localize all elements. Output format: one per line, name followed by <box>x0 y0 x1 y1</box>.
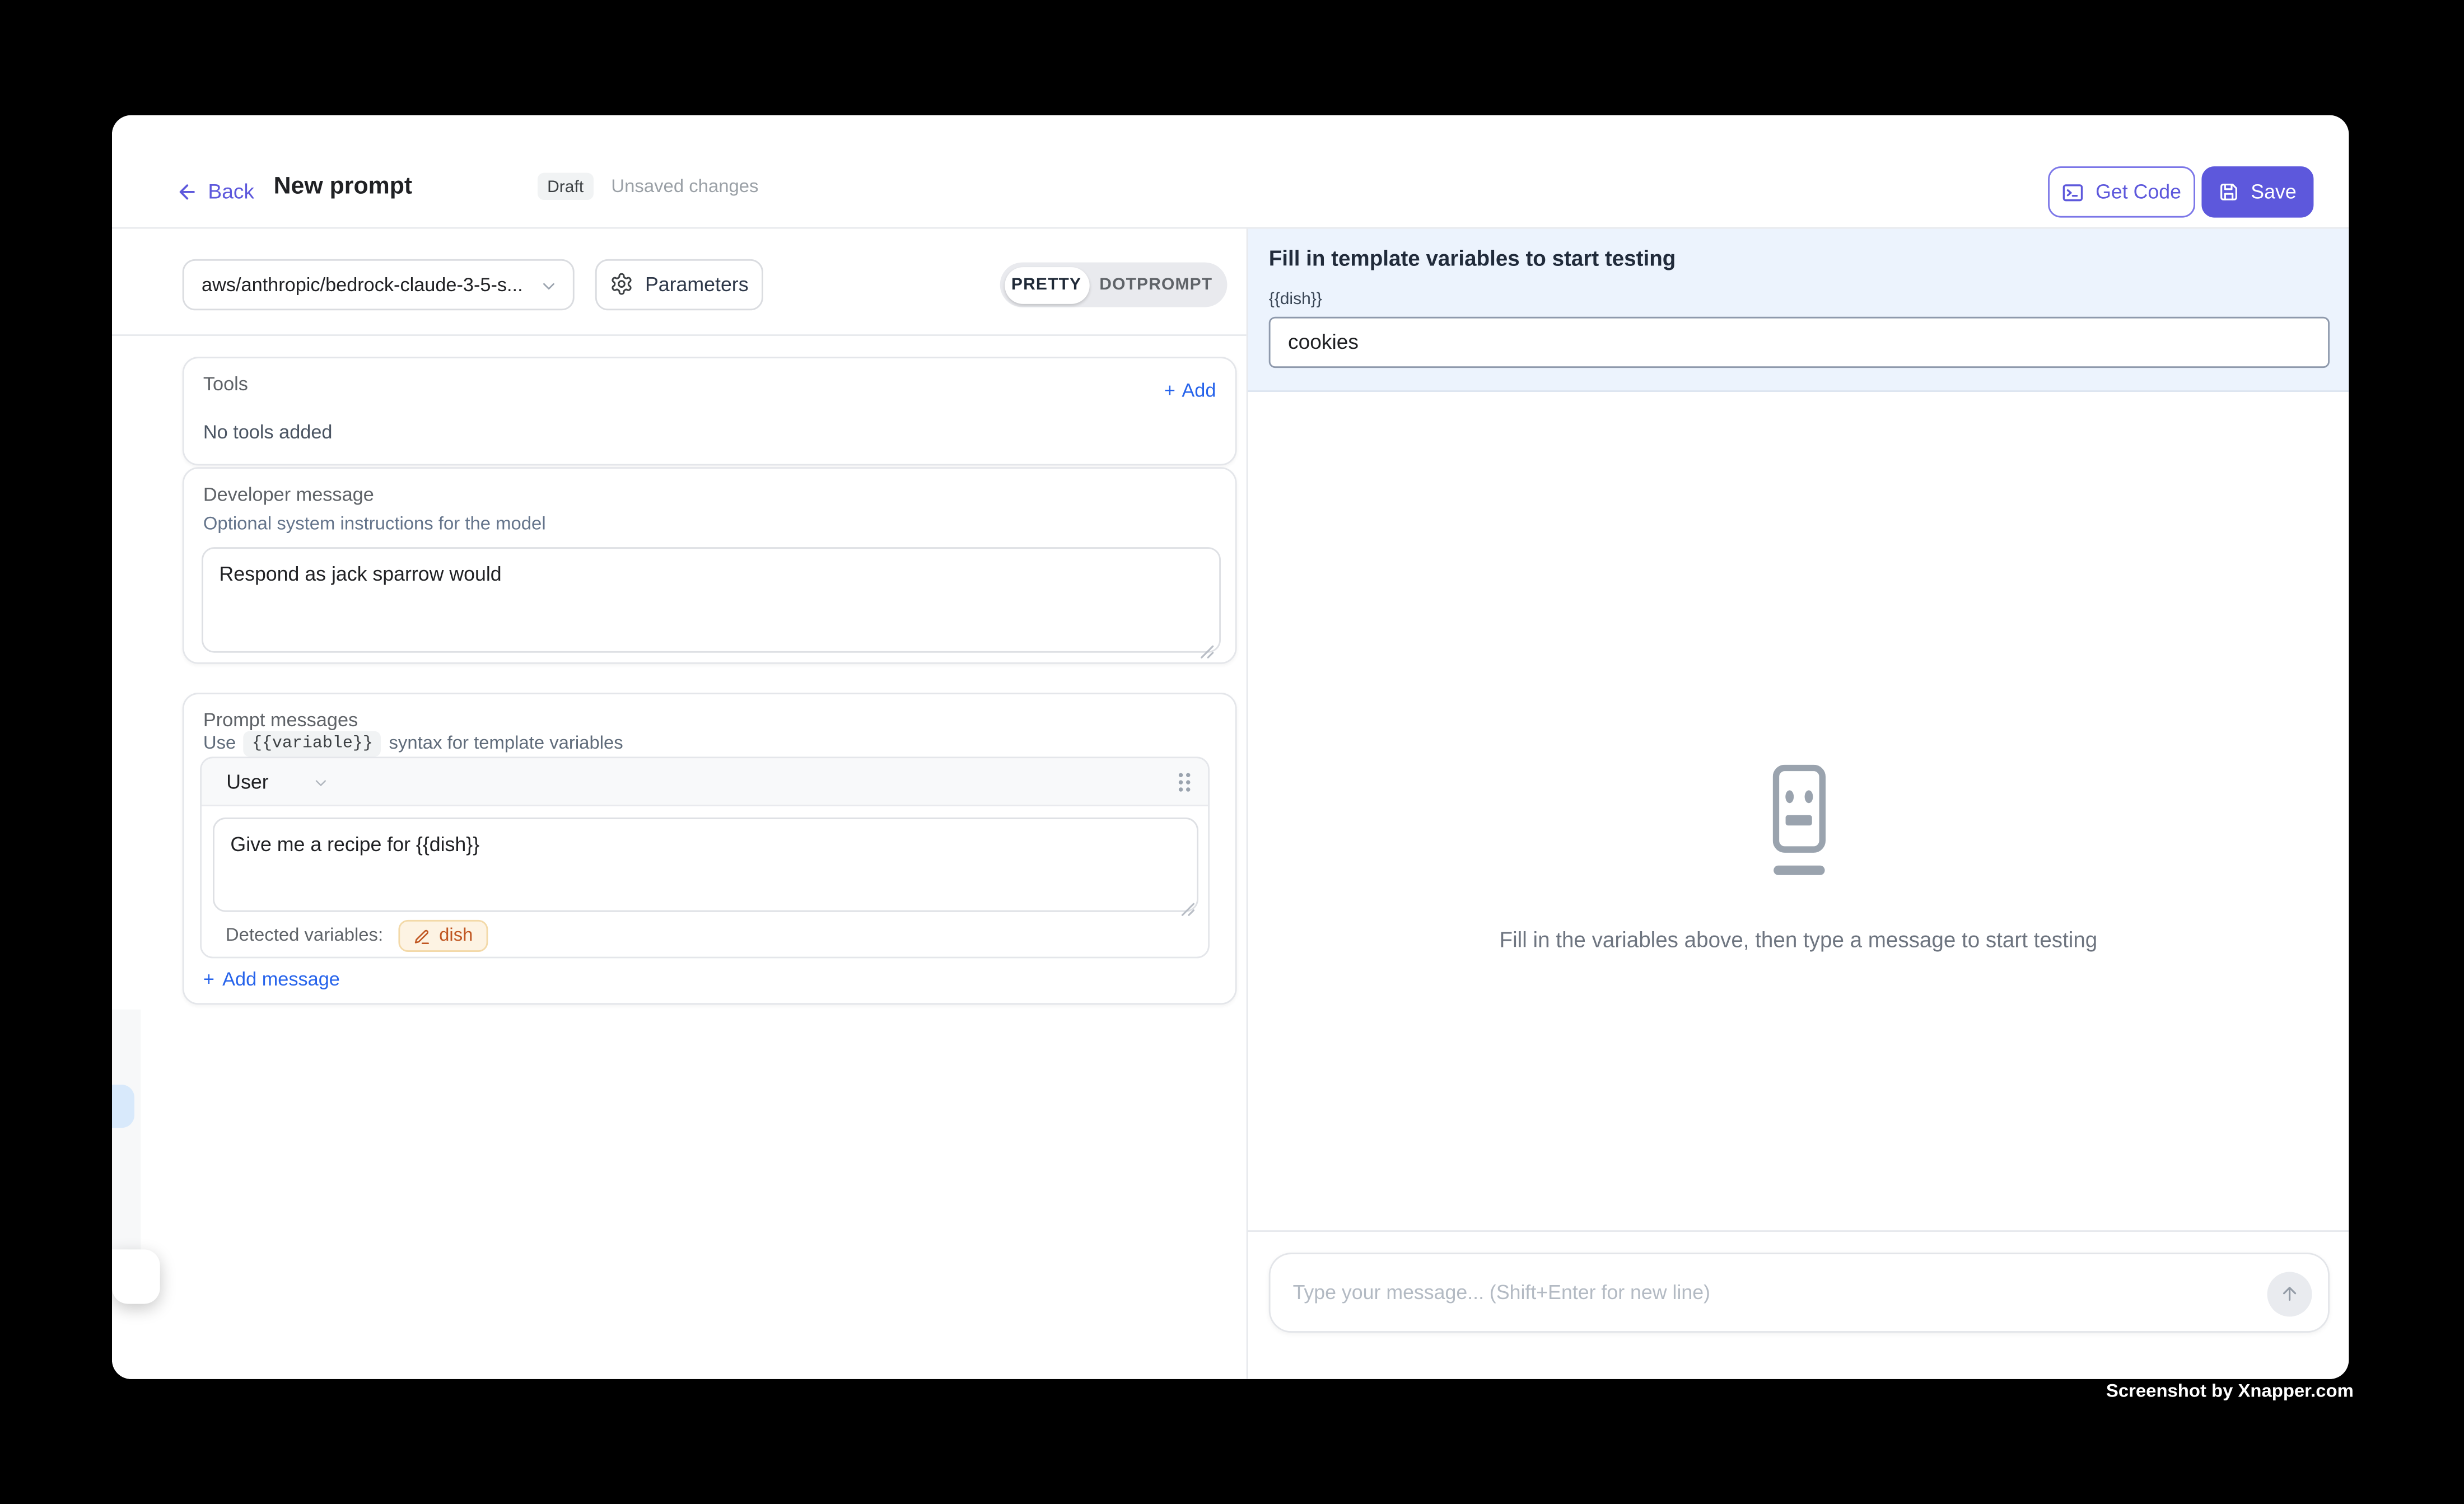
clipped-popover <box>112 1249 160 1304</box>
message-header: User <box>201 758 1207 806</box>
template-variables-section: Fill in template variables to start test… <box>1248 228 2349 392</box>
developer-message-subtitle: Optional system instructions for the mod… <box>203 515 546 534</box>
variable-badge-label: dish <box>439 926 473 945</box>
parameters-label: Parameters <box>645 273 749 295</box>
view-mode-toggle: PRETTY DOTPROMPT <box>1000 263 1228 307</box>
variables-heading: Fill in template variables to start test… <box>1269 246 1676 270</box>
test-panel: Fill in template variables to start test… <box>1247 228 2349 1378</box>
message-block: User Give me a recipe for {{dish}} <box>199 756 1209 958</box>
back-button[interactable]: Back <box>176 174 254 209</box>
prompt-messages-card: Prompt messages Use {{variable}} syntax … <box>183 693 1237 1005</box>
developer-message-card: Developer message Optional system instru… <box>183 467 1237 664</box>
chevron-down-icon <box>539 276 558 300</box>
tools-card: Tools + Add No tools added <box>183 356 1237 465</box>
screenshot-frame: Back New prompt Draft Unsaved changes Ge… <box>0 0 2464 1504</box>
user-message-textarea[interactable]: Give me a recipe for {{dish}} <box>213 818 1198 912</box>
add-tool-button[interactable]: + Add <box>1164 379 1216 401</box>
model-select[interactable]: aws/anthropic/bedrock-claude-3-5-s... <box>183 258 575 309</box>
developer-message-title: Developer message <box>203 483 374 506</box>
role-select-value: User <box>226 771 268 793</box>
toggle-pretty[interactable]: PRETTY <box>1004 267 1089 303</box>
template-hint: Use {{variable}} syntax for template var… <box>203 731 623 757</box>
send-button[interactable] <box>2267 1272 2312 1316</box>
page-title: New prompt <box>274 172 413 199</box>
pencil-icon <box>413 927 431 945</box>
composer-divider <box>1248 1230 2349 1232</box>
variable-name-label: {{dish}} <box>1269 289 1322 308</box>
plus-icon: + <box>1164 379 1175 401</box>
add-message-button[interactable]: + Add message <box>203 968 340 991</box>
plus-icon: + <box>203 968 214 991</box>
save-button[interactable]: Save <box>2201 166 2313 217</box>
tools-title: Tools <box>203 372 248 394</box>
header-bar: Back New prompt Draft Unsaved changes Ge… <box>112 114 2349 228</box>
hint-suffix: syntax for template variables <box>389 734 623 753</box>
save-label: Save <box>2251 181 2296 203</box>
add-tool-label: Add <box>1182 379 1216 401</box>
gear-icon <box>610 272 634 296</box>
status-badge: Draft <box>538 173 593 200</box>
arrow-left-icon <box>176 180 198 202</box>
hint-prefix: Use <box>203 734 236 753</box>
editor-column: aws/anthropic/bedrock-claude-3-5-s... Pa… <box>112 228 1247 1378</box>
detected-variables-label: Detected variables: <box>226 926 383 945</box>
unsaved-changes-text: Unsaved changes <box>611 177 758 196</box>
chat-message-input[interactable] <box>1271 1254 2328 1331</box>
toggle-dotprompt[interactable]: DOTPROMPT <box>1089 267 1223 303</box>
app-window: Back New prompt Draft Unsaved changes Ge… <box>112 114 2349 1378</box>
arrow-up-icon <box>2279 1283 2301 1305</box>
drag-handle-icon[interactable] <box>1174 769 1193 803</box>
resize-grip-icon[interactable] <box>1180 896 1194 910</box>
add-message-label: Add message <box>222 968 340 991</box>
model-toolbar: aws/anthropic/bedrock-claude-3-5-s... Pa… <box>112 228 1247 335</box>
get-code-button[interactable]: Get Code <box>2047 166 2195 217</box>
tools-empty-text: No tools added <box>203 420 333 442</box>
empty-state-caption: Fill in the variables above, then type a… <box>1248 927 2349 951</box>
prompt-messages-title: Prompt messages <box>203 709 358 731</box>
role-select[interactable]: User <box>226 758 329 806</box>
get-code-label: Get Code <box>2096 181 2181 203</box>
clipped-side-panel <box>112 1010 140 1250</box>
robot-empty-state-icon <box>1773 765 1826 883</box>
parameters-button[interactable]: Parameters <box>595 258 763 309</box>
detected-variables-row: Detected variables: dish <box>226 920 487 952</box>
code-terminal-icon <box>2060 180 2084 204</box>
clipped-highlight-item <box>112 1084 134 1127</box>
model-select-value: aws/anthropic/bedrock-claude-3-5-s... <box>202 273 523 295</box>
save-floppy-icon <box>2217 181 2239 203</box>
resize-grip-icon[interactable] <box>1200 638 1215 653</box>
back-label: Back <box>208 179 254 203</box>
variable-syntax-chip: {{variable}} <box>244 731 381 757</box>
variable-badge-dish[interactable]: dish <box>399 920 487 952</box>
chevron-down-icon <box>312 773 329 791</box>
xnapper-watermark: Screenshot by Xnapper.com <box>2106 1382 2354 1402</box>
chat-composer <box>1269 1253 2330 1333</box>
developer-message-textarea[interactable]: Respond as jack sparrow would <box>202 547 1221 653</box>
variable-value-input[interactable] <box>1269 316 2330 367</box>
